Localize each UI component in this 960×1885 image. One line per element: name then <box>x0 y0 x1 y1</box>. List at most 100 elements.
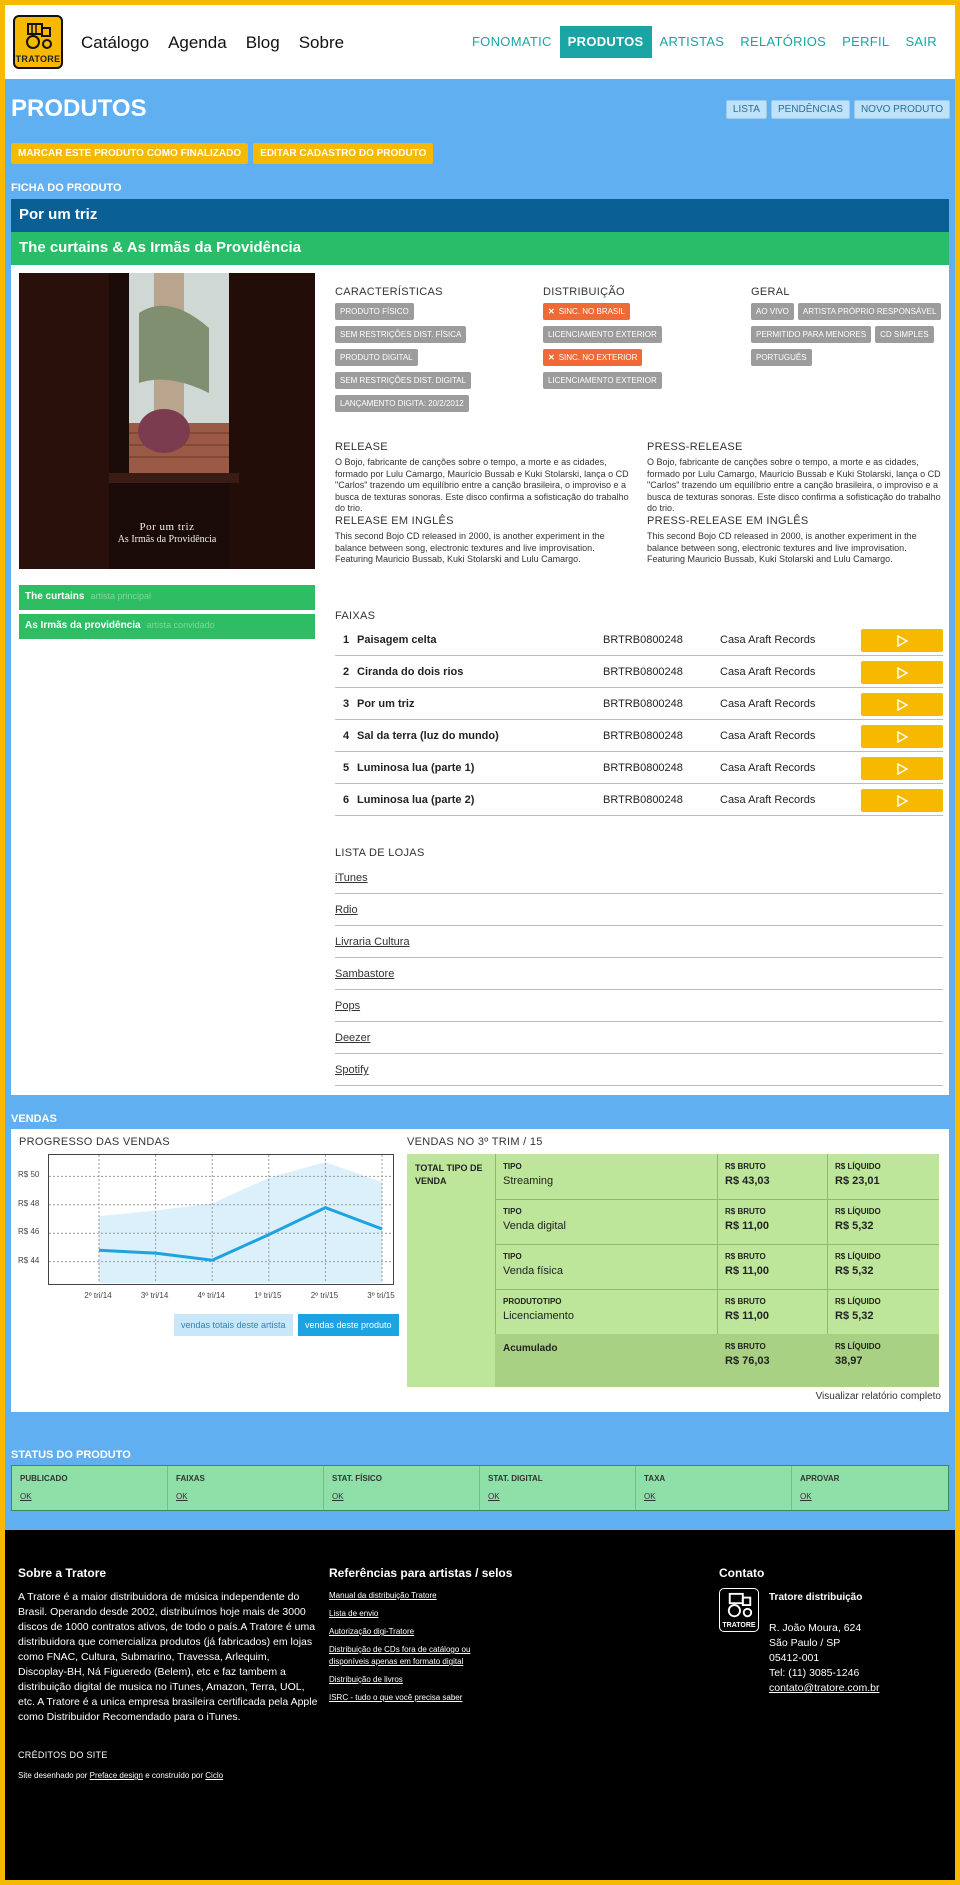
store-row: Spotify <box>335 1055 943 1086</box>
vendas-section-title: VENDAS <box>11 1113 57 1125</box>
designer-link[interactable]: Preface design <box>90 1771 143 1780</box>
nav-agenda[interactable]: Agenda <box>168 33 227 53</box>
store-link[interactable]: Sambastore <box>335 968 394 980</box>
nav-catalogo[interactable]: Catálogo <box>81 33 149 53</box>
nav-blog[interactable]: Blog <box>246 33 280 53</box>
credits-title: CRÉDITOS DO SITE <box>18 1750 108 1760</box>
credits-prefix: Site desenhado por <box>18 1771 88 1780</box>
tag: ARTISTA PRÓPRIO RESPONSÁVEL <box>797 303 942 320</box>
play-button[interactable] <box>861 757 943 780</box>
distribuicao-title: DISTRIBUIÇÃO <box>543 286 625 298</box>
track-title: Luminosa lua (parte 1) <box>357 762 475 774</box>
novo-produto-button[interactable]: NOVO PRODUTO <box>853 100 950 119</box>
status-label: APROVAR <box>800 1474 840 1483</box>
logo-text: TRATORE <box>15 54 61 64</box>
artist-role: artista principal <box>90 591 151 601</box>
store-link[interactable]: iTunes <box>335 872 368 884</box>
play-icon <box>897 698 908 711</box>
contact-name: Tratore distribuição <box>769 1592 863 1603</box>
play-button[interactable] <box>861 629 943 652</box>
row-type: TIPO Venda física <box>503 1252 563 1277</box>
pendencias-button[interactable]: PENDÊNCIAS <box>770 100 850 119</box>
ref-link[interactable]: Manual da distribuição Tratore <box>329 1590 499 1602</box>
row-liquido: R$ LÍQUIDO R$ 5,32 <box>835 1297 881 1322</box>
play-button[interactable] <box>861 661 943 684</box>
credits-text: Site desenhado por Preface design e cons… <box>18 1771 223 1780</box>
bruto-label: R$ BRUTO <box>725 1207 766 1216</box>
ref-link[interactable]: Distribuição de CDs fora de catálogo ou … <box>329 1644 499 1668</box>
track-title: Sal da terra (luz do mundo) <box>357 730 499 742</box>
tratore-logo[interactable]: TRATORE <box>13 15 63 69</box>
store-link[interactable]: Livraria Cultura <box>335 936 410 948</box>
play-icon <box>897 730 908 743</box>
footer-about-title: Sobre a Tratore <box>18 1566 107 1580</box>
liquido-label: R$ LÍQUIDO <box>835 1207 881 1216</box>
editar-cadastro-button[interactable]: EDITAR CADASTRO DO PRODUTO <box>253 143 434 164</box>
store-link[interactable]: Pops <box>335 1000 360 1012</box>
page-frame: TRATORE Catálogo Agenda Blog Sobre FONOM… <box>0 0 960 1885</box>
caracteristicas-title: CARACTERÍSTICAS <box>335 286 443 298</box>
track-label: Casa Araft Records <box>720 698 816 710</box>
legend-product: vendas deste produto <box>298 1314 399 1336</box>
track-isrc: BRTRB0800248 <box>603 730 683 742</box>
status-value[interactable]: OK <box>800 1492 940 1501</box>
ref-link[interactable]: ISRC - tudo o que você precisa saber <box>329 1692 499 1704</box>
nav-sobre[interactable]: Sobre <box>299 33 344 53</box>
lojas-title: LISTA DE LOJAS <box>335 847 425 859</box>
acumulado-bruto: R$ BRUTO R$ 76,03 <box>725 1342 770 1367</box>
status-value[interactable]: OK <box>332 1492 471 1501</box>
tag: PERMITIDO PARA MENORES <box>751 326 872 343</box>
sales-table-title: VENDAS NO 3º TRIM / 15 <box>407 1136 543 1148</box>
play-icon <box>897 794 908 807</box>
subnav-produtos[interactable]: PRODUTOS <box>559 26 652 58</box>
ref-link[interactable]: Autorização digi-Tratore <box>329 1626 499 1638</box>
store-link[interactable]: Deezer <box>335 1032 370 1044</box>
tag: PRODUTO FÍSICO <box>335 303 414 320</box>
subnav-artistas[interactable]: ARTISTAS <box>652 26 733 58</box>
liquido-value: R$ 5,32 <box>835 1265 874 1277</box>
subnav-sair[interactable]: SAIR <box>897 26 945 58</box>
action-buttons: MARCAR ESTE PRODUTO COMO FINALIZADO EDIT… <box>11 143 434 164</box>
play-button[interactable] <box>861 725 943 748</box>
status-value[interactable]: OK <box>644 1492 783 1501</box>
subnav-relatorios[interactable]: RELATÓRIOS <box>732 26 834 58</box>
lista-button[interactable]: LISTA <box>725 100 767 119</box>
ref-link[interactable]: Lista de envio <box>329 1608 499 1620</box>
track-isrc: BRTRB0800248 <box>603 666 683 678</box>
artist-row[interactable]: As Irmãs da providência artista convidado <box>19 614 315 639</box>
status-value[interactable]: OK <box>20 1492 159 1501</box>
liquido-label: R$ LÍQUIDO <box>835 1342 881 1351</box>
top-buttons: LISTA PENDÊNCIAS NOVO PRODUTO <box>725 100 950 119</box>
finalizar-button[interactable]: MARCAR ESTE PRODUTO COMO FINALIZADO <box>11 143 249 164</box>
subnav-fonomatic[interactable]: FONOMATIC <box>464 26 560 58</box>
store-link[interactable]: Rdio <box>335 904 358 916</box>
track-number: 2 <box>343 666 350 678</box>
footer-refs-title: Referências para artistas / selos <box>329 1566 513 1580</box>
x-icon: ✕ <box>548 307 555 316</box>
play-button[interactable] <box>861 693 943 716</box>
faixas-title: FAIXAS <box>335 610 376 622</box>
artist-row[interactable]: The curtains artista principal <box>19 585 315 610</box>
tag-label: LICENCIAMENTO EXTERIOR <box>548 376 657 385</box>
ref-link[interactable]: Distribuição de livros <box>329 1674 499 1686</box>
tag-sinc-brasil: ✕ SINC. NO BRASIL <box>543 303 630 320</box>
play-button[interactable] <box>861 789 943 812</box>
row-bruto: R$ BRUTO R$ 43,03 <box>725 1162 770 1187</box>
row-liquido: R$ LÍQUIDO R$ 23,01 <box>835 1162 881 1187</box>
artist-role: artista convidado <box>146 620 215 630</box>
cover-subtitle: As Irmãs da Providência <box>117 534 217 545</box>
store-link[interactable]: Spotify <box>335 1064 369 1076</box>
status-value[interactable]: OK <box>488 1492 627 1501</box>
track-row: 6 Luminosa lua (parte 2) BRTRB0800248 Ca… <box>335 785 943 816</box>
report-link[interactable]: Visualizar relatório completo <box>816 1391 941 1402</box>
subnav-perfil[interactable]: PERFIL <box>834 26 897 58</box>
status-value[interactable]: OK <box>176 1492 315 1501</box>
caracteristicas-tags: PRODUTO FÍSICO SEM RESTRIÇÕES DIST. FÍSI… <box>335 303 525 412</box>
track-label: Casa Araft Records <box>720 634 816 646</box>
builder-link[interactable]: Ciclo <box>205 1771 223 1780</box>
liquido-label: R$ LÍQUIDO <box>835 1252 881 1261</box>
track-row: 5 Luminosa lua (parte 1) BRTRB0800248 Ca… <box>335 753 943 784</box>
track-title: Paisagem celta <box>357 634 437 646</box>
contact-email[interactable]: contato@tratore.com.br <box>769 1682 879 1694</box>
y-tick-label: R$ 46 <box>18 1227 40 1237</box>
